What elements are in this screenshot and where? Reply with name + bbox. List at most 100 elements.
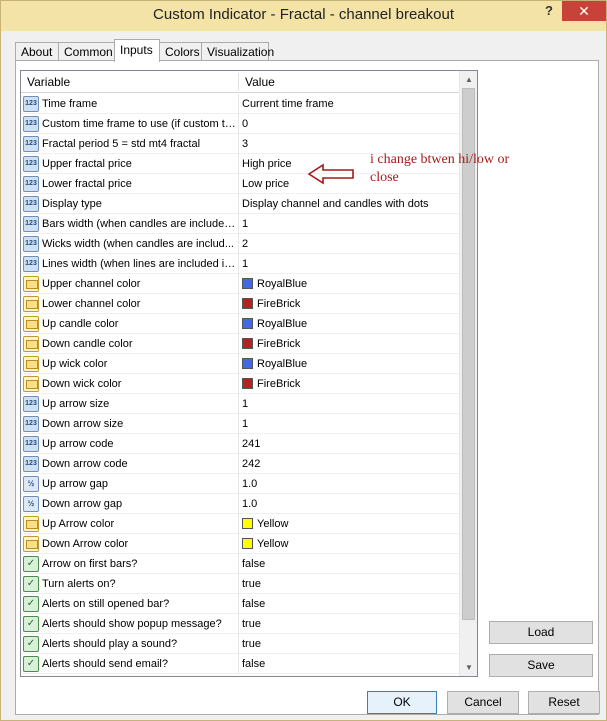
grid-row[interactable]: ✓ Turn alerts on? true <box>21 574 459 594</box>
grid-row[interactable]: Up candle color RoyalBlue <box>21 314 459 334</box>
row-divider <box>238 334 239 354</box>
grid-row[interactable]: 123 Custom time frame to use (if custom t… <box>21 114 459 134</box>
grid-row[interactable]: ✓ Alerts on still opened bar? false <box>21 594 459 614</box>
tab-colors[interactable]: Colors <box>159 42 202 61</box>
grid-row[interactable]: 123 Lines width (when lines are included … <box>21 254 459 274</box>
grid-row[interactable]: 123 Wicks width (when candles are includ.… <box>21 234 459 254</box>
grid-row[interactable]: 123 Time frame Current time frame <box>21 94 459 114</box>
grid-row[interactable]: 123 Display type Display channel and candl… <box>21 194 459 214</box>
row-value-cell[interactable]: 1 <box>242 254 457 274</box>
tab-inputs[interactable]: Inputs <box>114 39 160 62</box>
reset-button[interactable]: Reset <box>528 691 600 714</box>
row-divider <box>238 134 239 154</box>
row-value-cell[interactable]: false <box>242 654 457 674</box>
row-value-text: 242 <box>242 458 261 470</box>
row-divider <box>238 614 239 634</box>
grid-row[interactable]: ✓ Alerts should show popup message? true <box>21 614 459 634</box>
grid-row[interactable]: Lower channel color FireBrick <box>21 294 459 314</box>
help-button[interactable]: ? <box>538 1 560 21</box>
grid-row[interactable]: ✓ Alerts should play a sound? true <box>21 634 459 654</box>
row-value-cell[interactable]: 0 <box>242 114 457 134</box>
row-value-cell[interactable]: 1.0 <box>242 494 457 514</box>
row-value-cell[interactable]: 1 <box>242 214 457 234</box>
row-value-cell[interactable]: RoyalBlue <box>242 314 457 334</box>
row-value-cell[interactable]: Display channel and candles with dots <box>242 194 457 214</box>
bool-param-icon: ✓ <box>23 616 39 632</box>
row-value-text: 1 <box>242 398 249 410</box>
row-divider <box>238 634 239 654</box>
grid-row[interactable]: ½ Up arrow gap 1.0 <box>21 474 459 494</box>
grid-row[interactable]: 123 Down arrow size 1 <box>21 414 459 434</box>
column-header-variable[interactable]: Variable <box>21 71 238 93</box>
row-value-cell[interactable]: Yellow <box>242 534 457 554</box>
row-variable-name: Up candle color <box>42 318 119 330</box>
grid-row[interactable]: Up wick color RoyalBlue <box>21 354 459 374</box>
row-value-cell[interactable]: true <box>242 634 457 654</box>
row-value-cell[interactable]: Current time frame <box>242 94 457 114</box>
row-value-cell[interactable]: FireBrick <box>242 294 457 314</box>
row-variable-name: Lines width (when lines are included in … <box>42 258 238 270</box>
row-variable-name: Down candle color <box>42 338 133 350</box>
row-value-cell[interactable]: 1 <box>242 394 457 414</box>
grid-row[interactable]: 123 Up arrow code 241 <box>21 434 459 454</box>
row-value-text: 0 <box>242 118 249 130</box>
grid-row[interactable]: ✓ Alerts should send email? false <box>21 654 459 674</box>
row-value-text: 3 <box>242 138 249 150</box>
row-divider <box>238 414 239 434</box>
row-value-text: false <box>242 658 266 670</box>
grid-row[interactable]: Down wick color FireBrick <box>21 374 459 394</box>
row-value-cell[interactable]: true <box>242 614 457 634</box>
row-divider <box>238 254 239 274</box>
scroll-down-icon[interactable]: ▼ <box>460 659 477 676</box>
title-bar[interactable]: Custom Indicator - Fractal - channel bre… <box>1 1 606 31</box>
row-divider <box>238 294 239 314</box>
load-button[interactable]: Load <box>489 621 593 644</box>
row-value-cell[interactable]: Yellow <box>242 514 457 534</box>
grid-header: Variable Value <box>21 71 459 93</box>
row-value-cell[interactable]: 1 <box>242 414 457 434</box>
grid-row[interactable]: Upper channel color RoyalBlue <box>21 274 459 294</box>
row-divider <box>238 154 239 174</box>
row-value-text: FireBrick <box>257 298 301 310</box>
row-divider <box>238 474 239 494</box>
row-value-cell[interactable]: 1.0 <box>242 474 457 494</box>
color-swatch <box>242 338 253 349</box>
row-divider <box>238 654 239 674</box>
row-value-cell[interactable]: 2 <box>242 234 457 254</box>
save-button[interactable]: Save <box>489 654 593 677</box>
row-value-cell[interactable]: FireBrick <box>242 374 457 394</box>
integer-param-icon: 123 <box>23 176 39 192</box>
ok-button[interactable]: OK <box>367 691 437 714</box>
close-button[interactable]: ✕ <box>562 1 606 21</box>
row-value-cell[interactable]: RoyalBlue <box>242 354 457 374</box>
grid-row[interactable]: Down candle color FireBrick <box>21 334 459 354</box>
row-value-cell[interactable]: 241 <box>242 434 457 454</box>
integer-param-icon: 123 <box>23 96 39 112</box>
color-swatch <box>242 318 253 329</box>
grid-row[interactable]: 123 Bars width (when candles are included… <box>21 214 459 234</box>
row-value-cell[interactable]: RoyalBlue <box>242 274 457 294</box>
grid-row[interactable]: ✓ Arrow on first bars? false <box>21 554 459 574</box>
grid-row[interactable]: ½ Down arrow gap 1.0 <box>21 494 459 514</box>
grid-row[interactable]: Down Arrow color Yellow <box>21 534 459 554</box>
grid-row[interactable]: 123 Up arrow size 1 <box>21 394 459 414</box>
integer-param-icon: 123 <box>23 256 39 272</box>
row-value-cell[interactable]: FireBrick <box>242 334 457 354</box>
row-value-cell[interactable]: true <box>242 574 457 594</box>
scroll-up-icon[interactable]: ▲ <box>460 71 477 88</box>
tab-about[interactable]: About <box>15 42 59 61</box>
tab-common[interactable]: Common <box>58 42 115 61</box>
color-param-icon <box>23 296 39 312</box>
row-variable-name: Down arrow size <box>42 418 124 430</box>
tab-visualization[interactable]: Visualization <box>201 42 274 61</box>
integer-param-icon: 123 <box>23 436 39 452</box>
grid-row[interactable]: Up Arrow color Yellow <box>21 514 459 534</box>
cancel-button[interactable]: Cancel <box>447 691 519 714</box>
row-value-cell[interactable]: false <box>242 594 457 614</box>
row-value-text: RoyalBlue <box>257 278 308 290</box>
color-param-icon <box>23 316 39 332</box>
row-value-cell[interactable]: 242 <box>242 454 457 474</box>
grid-row[interactable]: 123 Down arrow code 242 <box>21 454 459 474</box>
row-value-cell[interactable]: false <box>242 554 457 574</box>
column-header-value[interactable]: Value <box>239 71 459 93</box>
